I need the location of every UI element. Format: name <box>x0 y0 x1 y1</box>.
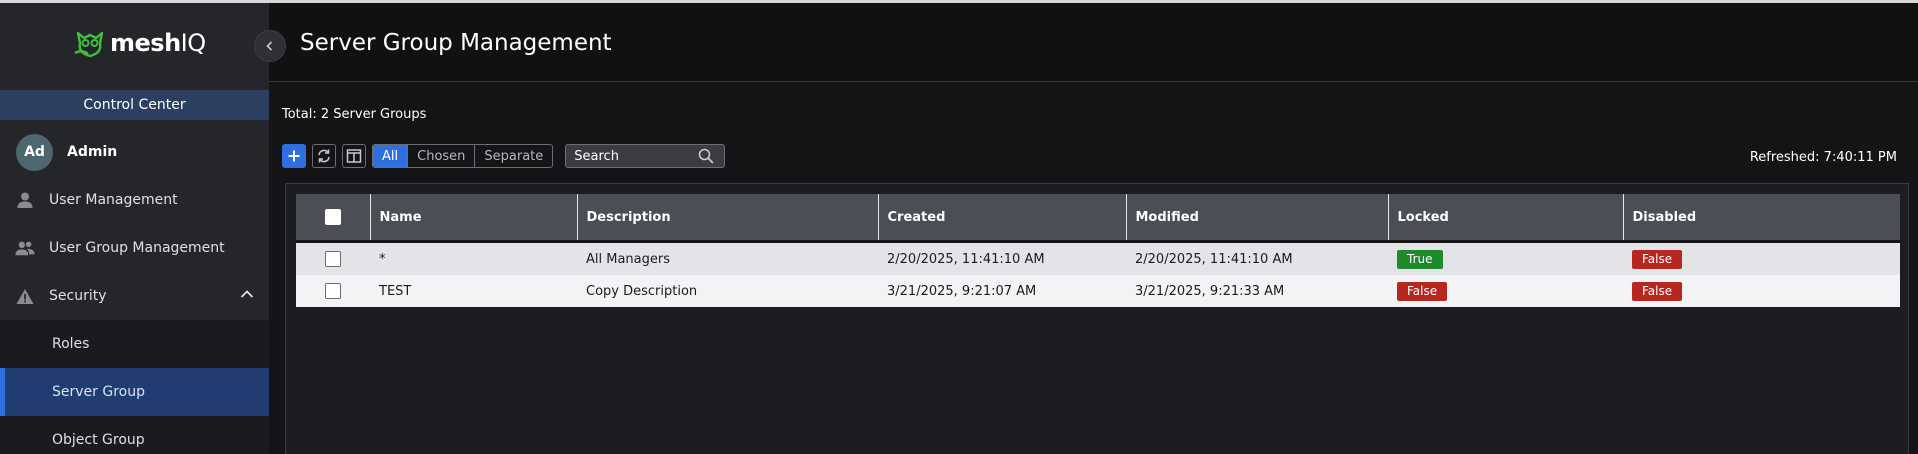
owl-logo-icon <box>74 31 104 58</box>
cell-description: Copy Description <box>586 283 698 299</box>
cell-name: TEST <box>379 283 412 299</box>
refreshed-timestamp: Refreshed: 7:40:11 PM <box>1749 150 1897 165</box>
column-header-disabled[interactable]: Disabled <box>1622 194 1900 240</box>
row-checkbox[interactable] <box>325 283 341 299</box>
logo-text: meshIQ <box>110 29 206 57</box>
filter-chosen[interactable]: Chosen <box>407 145 474 167</box>
cell-modified: 3/21/2025, 9:21:33 AM <box>1135 283 1285 299</box>
meshiq-logo[interactable]: meshIQ <box>72 25 206 61</box>
plus-icon <box>288 150 300 162</box>
sidebar-item-label: User Management <box>49 192 178 208</box>
user-profile[interactable]: Ad Admin <box>0 131 269 173</box>
user-icon <box>15 190 35 210</box>
server-group-table: Name Description Created Modified Locked… <box>296 194 1900 307</box>
column-header-locked[interactable]: Locked <box>1387 194 1623 240</box>
warning-icon <box>15 286 35 306</box>
filter-all[interactable]: All <box>373 145 408 167</box>
page-header: Server Group Management <box>269 3 1918 82</box>
cell-disabled: False <box>1623 243 1900 275</box>
column-header-description[interactable]: Description <box>576 194 878 240</box>
total-count: Total: 2 Server Groups <box>282 107 427 122</box>
app-window: meshIQ Control Center Ad Admin User Mana… <box>0 0 1918 454</box>
columns-icon <box>346 149 362 163</box>
avatar: Ad <box>16 133 53 171</box>
sidebar-item-object-group[interactable]: Object Group <box>0 416 269 454</box>
disabled-badge: False <box>1632 249 1683 269</box>
select-all-cell <box>296 194 370 240</box>
cell-created: 2/20/2025, 11:41:10 AM <box>887 251 1045 267</box>
control-center-header: Control Center <box>0 90 269 120</box>
sidebar-item-user-management[interactable]: User Management <box>0 176 269 224</box>
sidebar: meshIQ Control Center Ad Admin User Mana… <box>0 3 269 454</box>
cell-disabled: False <box>1623 275 1900 307</box>
cell-locked: True <box>1388 243 1623 275</box>
sidebar-item-security[interactable]: Security <box>0 272 269 320</box>
table-header-row: Name Description Created Modified Locked… <box>296 194 1900 240</box>
server-group-table-container: Name Description Created Modified Locked… <box>285 183 1909 454</box>
chevron-left-icon <box>266 41 273 51</box>
user-name: Admin <box>67 144 118 160</box>
main-content: Server Group Management Total: 2 Server … <box>269 3 1918 454</box>
users-icon <box>15 238 35 258</box>
cell-description: All Managers <box>586 251 671 267</box>
sidebar-item-label: Object Group <box>52 432 145 448</box>
column-header-modified[interactable]: Modified <box>1125 194 1388 240</box>
table-row[interactable]: TEST Copy Description 3/21/2025, 9:21:07… <box>296 275 1900 307</box>
cell-created: 3/21/2025, 9:21:07 AM <box>887 283 1037 299</box>
sidebar-item-label: Security <box>49 288 107 304</box>
sidebar-item-server-group[interactable]: Server Group <box>0 368 269 416</box>
collapse-sidebar-button[interactable] <box>254 30 286 62</box>
cell-name: * <box>379 251 386 267</box>
refresh-button[interactable] <box>312 144 336 168</box>
add-server-group-button[interactable] <box>282 144 306 168</box>
sidebar-item-label: Roles <box>52 336 90 352</box>
cell-modified: 2/20/2025, 11:41:10 AM <box>1135 251 1293 267</box>
sidebar-item-label: User Group Management <box>49 240 225 256</box>
search-icon[interactable] <box>698 148 714 164</box>
select-all-checkbox[interactable] <box>324 209 341 225</box>
table-row[interactable]: * All Managers 2/20/2025, 11:41:10 AM 2/… <box>296 243 1900 275</box>
column-header-name[interactable]: Name <box>369 194 577 240</box>
locked-badge: True <box>1397 249 1443 269</box>
cell-locked: False <box>1388 275 1623 307</box>
sidebar-item-label: Server Group <box>52 384 145 400</box>
search-input[interactable] <box>574 148 695 164</box>
row-select-cell <box>296 243 370 275</box>
column-header-created[interactable]: Created <box>877 194 1126 240</box>
filter-separate[interactable]: Separate <box>474 145 552 167</box>
sidebar-item-user-group-management[interactable]: User Group Management <box>0 224 269 272</box>
sidebar-item-roles[interactable]: Roles <box>0 320 269 368</box>
page-title: Server Group Management <box>300 30 612 56</box>
chevron-up-icon[interactable] <box>239 286 255 302</box>
toolbar: All Chosen Separate <box>282 144 726 168</box>
search-box <box>565 144 726 168</box>
row-select-cell <box>296 275 370 307</box>
row-checkbox[interactable] <box>325 251 341 267</box>
control-center-label: Control Center <box>83 97 186 113</box>
filter-segmented-control: All Chosen Separate <box>372 144 554 168</box>
columns-button[interactable] <box>342 144 366 168</box>
refresh-icon <box>318 149 330 163</box>
locked-badge: False <box>1397 281 1448 301</box>
disabled-badge: False <box>1632 281 1683 301</box>
